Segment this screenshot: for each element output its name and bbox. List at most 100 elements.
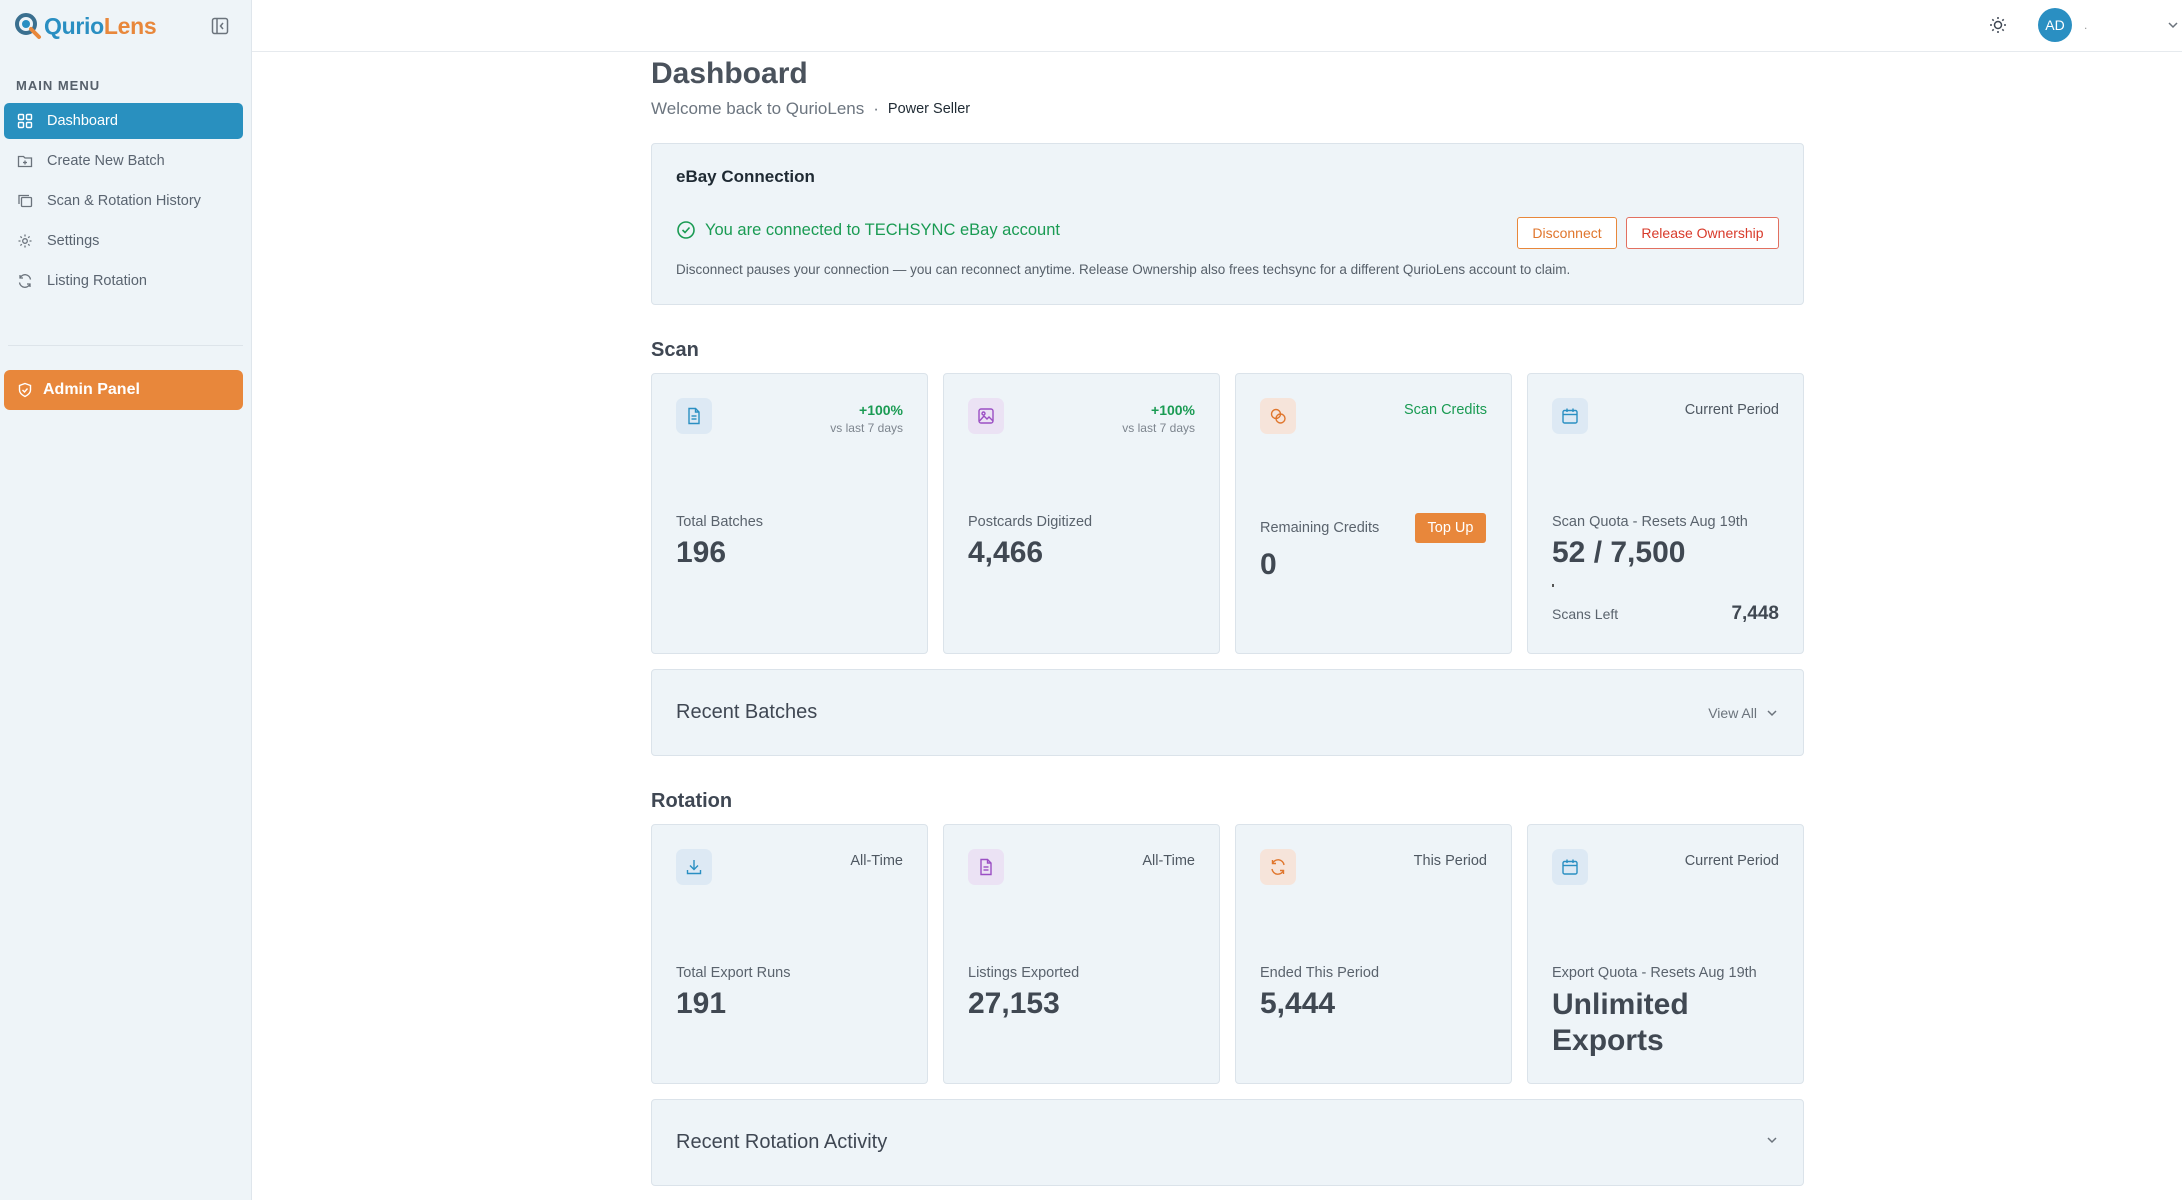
rotation-stats-grid: All-Time Total Export Runs 191 All-Time …: [651, 824, 1804, 1084]
tag-block: All-Time: [850, 853, 903, 869]
sidebar-item-label: Dashboard: [47, 113, 118, 129]
theme-toggle-sun-icon[interactable]: [1987, 14, 2009, 36]
sidebar-item-label: Settings: [47, 233, 100, 249]
ebay-connection-status: You are connected to TECHSYNC eBay accou…: [676, 220, 1060, 240]
admin-panel-label: Admin Panel: [43, 381, 140, 398]
document-icon: [676, 398, 712, 434]
sidebar-item-label: Create New Batch: [47, 153, 165, 169]
sidebar-item-scan-rotation-history[interactable]: Scan & Rotation History: [4, 183, 243, 219]
this-period-tag: This Period: [1413, 853, 1487, 869]
sidebar-item-settings[interactable]: Settings: [4, 223, 243, 259]
recent-batches-title: Recent Batches: [676, 701, 818, 723]
check-circle-icon: [677, 221, 695, 239]
download-icon: [676, 849, 712, 885]
calendar-icon: [1552, 398, 1588, 434]
sidebar-item-label: Listing Rotation: [47, 273, 147, 289]
folder-plus-icon: [17, 155, 33, 168]
view-all-button[interactable]: View All: [1708, 705, 1779, 721]
chevron-down-icon: [1767, 1137, 1777, 1144]
ebay-status-text: You are connected to TECHSYNC eBay accou…: [705, 220, 1060, 239]
disconnect-button[interactable]: Disconnect: [1517, 217, 1617, 249]
ebay-connection-note: Disconnect pauses your connection — you …: [676, 262, 1571, 277]
user-avatar[interactable]: AD: [2038, 8, 2072, 42]
sidebar-item-listing-rotation[interactable]: Listing Rotation: [4, 263, 243, 299]
main-content: Dashboard Welcome back to QurioLens · Po…: [651, 52, 1804, 1186]
tag-block: Current Period: [1685, 402, 1779, 418]
stat-label: Remaining Credits: [1260, 520, 1380, 536]
page-subtitle: Welcome back to QurioLens · Power Seller: [651, 99, 1804, 119]
welcome-text: Welcome back to QurioLens: [651, 99, 865, 118]
sidebar-collapse-icon[interactable]: [209, 15, 231, 37]
sidebar-item-dashboard[interactable]: Dashboard: [4, 103, 243, 139]
gear-icon: [18, 234, 32, 248]
document-icon: [968, 849, 1004, 885]
current-period-tag: Current Period: [1684, 402, 1779, 418]
stat-card-export-quota: Current Period Export Quota - Resets Aug…: [1527, 824, 1804, 1084]
stat-card-scan-quota: Current Period Scan Quota - Resets Aug 1…: [1527, 373, 1804, 654]
brand-logo[interactable]: QurioLens: [14, 12, 157, 40]
ebay-connection-card: eBay Connection You are connected to TEC…: [651, 143, 1804, 305]
stat-value: 5,444: [1260, 987, 1336, 1020]
stat-value: 191: [676, 987, 727, 1020]
top-up-button[interactable]: Top Up: [1415, 513, 1486, 543]
stat-card-postcards-digitized: +100% vs last 7 days Postcards Digitized…: [943, 373, 1220, 654]
subtitle-separator: ·: [873, 99, 879, 118]
admin-panel-button[interactable]: Admin Panel: [4, 370, 243, 410]
stat-value: 27,153: [968, 987, 1060, 1020]
top-bar: AD .: [252, 0, 2182, 52]
chevron-down-icon: [1767, 709, 1777, 716]
sidebar-item-create-new-batch[interactable]: Create New Batch: [4, 143, 243, 179]
stat-value: 52 / 7,500: [1552, 536, 1686, 569]
tag-block: All-Time: [1142, 853, 1195, 869]
recent-rotation-activity-panel[interactable]: Recent Rotation Activity: [651, 1099, 1804, 1186]
trend-value: +100%: [1151, 402, 1195, 418]
refresh-icon: [18, 274, 32, 288]
expand-toggle[interactable]: [1765, 1133, 1779, 1152]
scan-section-title: Scan: [651, 339, 699, 361]
calendar-icon: [1552, 849, 1588, 885]
stat-label: Total Export Runs: [676, 965, 791, 981]
scan-quota-progress-bar: [1552, 584, 1781, 587]
trend-subtext: vs last 7 days: [830, 421, 903, 435]
stat-card-scan-credits: Scan Credits Remaining Credits Top Up 0: [1235, 373, 1512, 654]
stat-label: Ended This Period: [1260, 965, 1380, 981]
stat-card-ended-this-period: This Period Ended This Period 5,444: [1235, 824, 1512, 1084]
trend-subtext: vs last 7 days: [1122, 421, 1195, 435]
copy-icon: [18, 194, 33, 208]
stat-value: Unlimited Exports: [1552, 988, 1689, 1057]
sidebar-divider: [8, 345, 243, 346]
scan-credits-tag: Scan Credits: [1403, 402, 1487, 418]
grid-icon: [17, 113, 33, 129]
tag-block: Current Period: [1685, 853, 1779, 869]
trend-block: +100% vs last 7 days: [830, 402, 903, 435]
ebay-connection-title: eBay Connection: [676, 167, 815, 186]
stat-label: Postcards Digitized: [968, 514, 1093, 530]
stat-card-total-export-runs: All-Time Total Export Runs 191: [651, 824, 928, 1084]
stat-card-listings-exported: All-Time Listings Exported 27,153: [943, 824, 1220, 1084]
all-time-tag: All-Time: [850, 853, 903, 869]
scan-quota-progress-fill: [1552, 584, 1554, 587]
all-time-tag: All-Time: [1142, 853, 1195, 869]
user-name[interactable]: .: [2084, 18, 2087, 32]
release-ownership-button[interactable]: Release Ownership: [1626, 217, 1779, 249]
rotation-section-title: Rotation: [651, 790, 733, 812]
refresh-icon: [1260, 849, 1296, 885]
tag-block: Scan Credits: [1404, 402, 1487, 418]
recent-batches-panel[interactable]: Recent Batches View All: [651, 669, 1804, 756]
trend-block: +100% vs last 7 days: [1122, 402, 1195, 435]
user-menu-chevron-down-icon[interactable]: [2166, 18, 2180, 32]
stat-label: Export Quota - Resets Aug 19th: [1552, 965, 1757, 981]
shield-icon: [18, 382, 32, 398]
trend-value: +100%: [859, 402, 903, 418]
page-title: Dashboard: [651, 57, 808, 90]
tag-block: This Period: [1414, 853, 1487, 869]
scans-left-label: Scans Left: [1552, 606, 1619, 622]
view-all-label: View All: [1708, 704, 1757, 721]
stat-card-total-batches: +100% vs last 7 days Total Batches 196: [651, 373, 928, 654]
scans-left-value: 7,448: [1731, 603, 1779, 624]
sidebar: QurioLens MAIN MENU Dashboard Create New…: [0, 0, 252, 1200]
stat-value: 196: [676, 536, 727, 569]
tier-badge: Power Seller: [887, 101, 971, 117]
current-period-tag: Current Period: [1684, 853, 1779, 869]
quriolens-logo-icon: [15, 13, 41, 39]
